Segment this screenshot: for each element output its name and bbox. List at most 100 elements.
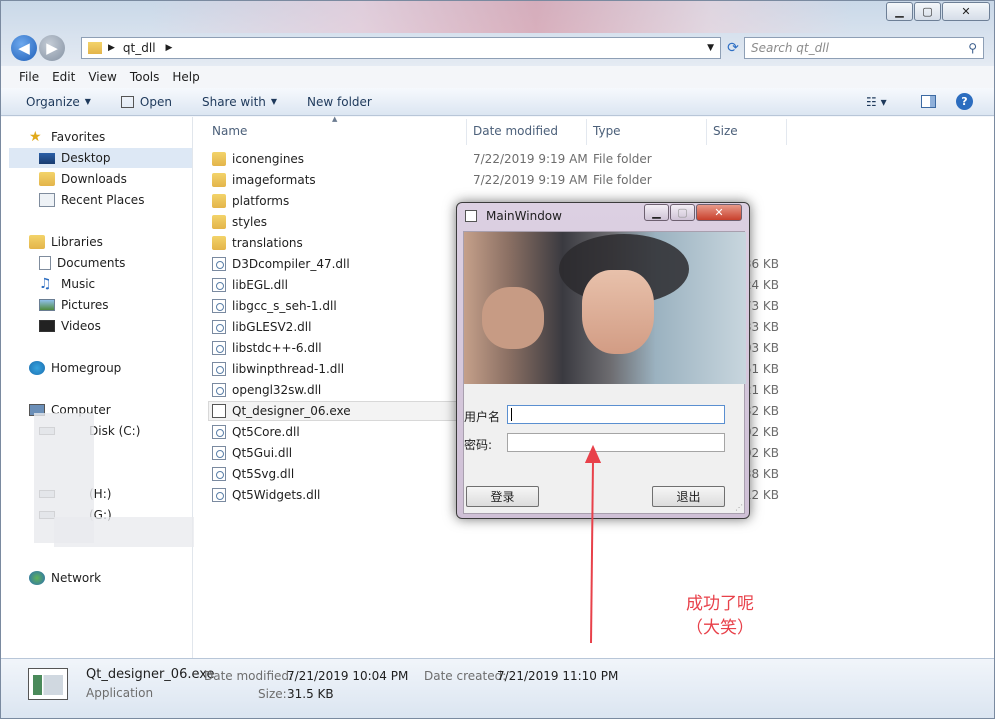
folder-icon — [212, 152, 226, 166]
table-row[interactable]: translations — [212, 233, 452, 253]
table-row[interactable]: iconengines — [212, 149, 452, 169]
file-type: File folder — [593, 173, 652, 187]
table-row[interactable]: libEGL.dll — [212, 275, 452, 295]
menu-bar: File Edit View Tools Help — [1, 66, 994, 88]
minimize-button[interactable]: ▁ — [886, 2, 913, 21]
menu-file[interactable]: File — [19, 70, 39, 84]
navigation-bar: ◀ ▶ ▶ qt_dll ▶ ▼ ⟳ Search qt_dll ⚲ — [11, 35, 986, 61]
nav-music[interactable]: ♫ Music — [39, 274, 95, 294]
annotation-arrow — [585, 445, 601, 644]
nav-videos[interactable]: Videos — [39, 316, 101, 336]
mw-close-button[interactable]: ✕ — [696, 204, 742, 221]
file-name: libwinpthread-1.dll — [232, 362, 345, 376]
nav-libraries[interactable]: Libraries — [29, 232, 103, 252]
open-button[interactable]: Open — [120, 94, 172, 109]
close-button[interactable]: ✕ — [942, 2, 990, 21]
menu-edit[interactable]: Edit — [52, 70, 75, 84]
breadcrumb-segment[interactable]: qt_dll — [123, 41, 156, 55]
table-row[interactable]: styles — [212, 212, 452, 232]
title-background-art — [151, 1, 851, 33]
column-name[interactable]: Name — [212, 121, 247, 141]
dll-file-icon — [212, 278, 226, 292]
table-row[interactable]: imageformats — [212, 170, 452, 190]
organize-button[interactable]: Organize ▼ — [26, 95, 91, 109]
new-folder-button[interactable]: New folder — [307, 95, 372, 109]
mw-maximize-button[interactable]: ▢ — [670, 204, 695, 221]
menu-view[interactable]: View — [88, 70, 116, 84]
search-icon[interactable]: ⚲ — [968, 41, 977, 55]
nav-desktop[interactable]: Desktop — [9, 148, 192, 168]
dll-file-icon — [212, 341, 226, 355]
dll-file-icon — [212, 362, 226, 376]
nav-documents[interactable]: Documents — [39, 253, 125, 273]
text-cursor — [511, 408, 512, 421]
table-row[interactable]: D3Dcompiler_47.dll — [212, 254, 452, 274]
preview-pane-icon[interactable] — [921, 95, 936, 108]
image-hand-shape — [482, 287, 544, 349]
resize-grip-icon[interactable]: ⋰ — [735, 503, 743, 512]
table-row[interactable]: opengl32sw.dll — [212, 380, 452, 400]
file-name: Qt5Gui.dll — [232, 446, 293, 460]
back-button[interactable]: ◀ — [11, 35, 37, 61]
password-input[interactable] — [507, 433, 725, 452]
table-row[interactable]: libwinpthread-1.dll — [212, 359, 452, 379]
column-separator[interactable] — [706, 119, 707, 145]
table-row[interactable]: Qt5Core.dll — [212, 422, 452, 442]
file-name: Qt5Widgets.dll — [232, 488, 321, 502]
refresh-icon[interactable]: ⟳ — [723, 37, 743, 59]
folder-icon — [88, 42, 102, 54]
table-row[interactable]: libstdc++-6.dll — [212, 338, 452, 358]
table-row[interactable]: libGLESV2.dll — [212, 317, 452, 337]
column-label: Date modified — [473, 124, 559, 138]
file-name: opengl32sw.dll — [232, 383, 322, 397]
folder-icon — [212, 194, 226, 208]
command-bar: Organize ▼ Open Share with ▼ New folder ☷ … — [1, 88, 994, 116]
character-image — [464, 232, 746, 384]
qt-mainwindow: MainWindow ▁ ▢ ✕ 用户名 密码: 登录 退出 ⋰ — [456, 202, 750, 519]
menu-help[interactable]: Help — [172, 70, 199, 84]
nav-recent-places[interactable]: Recent Places — [39, 190, 144, 210]
sort-up-icon: ▲ — [332, 115, 338, 123]
pictures-icon — [39, 299, 55, 311]
menu-tools[interactable]: Tools — [130, 70, 160, 84]
table-row[interactable]: platforms — [212, 191, 452, 211]
exit-button[interactable]: 退出 — [652, 486, 725, 507]
search-input[interactable]: Search qt_dll ⚲ — [744, 37, 984, 59]
table-row[interactable]: Qt_designer_06.exe — [208, 401, 466, 421]
username-input[interactable] — [507, 405, 725, 424]
view-options-icon[interactable]: ☷ ▾ — [866, 95, 887, 109]
qt-app-icon — [465, 210, 477, 222]
username-label: 用户名 — [464, 410, 501, 424]
mw-minimize-button[interactable]: ▁ — [644, 204, 669, 221]
maximize-button[interactable]: ▢ — [914, 2, 941, 21]
nav-homegroup[interactable]: Homegroup — [29, 358, 121, 378]
table-row[interactable]: Qt5Widgets.dll — [212, 485, 452, 505]
column-separator[interactable] — [466, 119, 467, 145]
dll-file-icon — [212, 257, 226, 271]
navigation-pane: ★ Favorites Desktop Downloads Recent Plac… — [9, 117, 194, 658]
file-date: 7/22/2019 9:19 AM — [473, 173, 588, 187]
folder-icon — [212, 236, 226, 250]
column-separator[interactable] — [786, 119, 787, 145]
address-bar[interactable]: ▶ qt_dll ▶ ▼ — [81, 37, 721, 59]
open-label: Open — [139, 94, 172, 109]
column-size[interactable]: Size — [713, 121, 738, 141]
chevron-down-icon: ▼ — [84, 97, 91, 106]
nav-downloads[interactable]: Downloads — [39, 169, 127, 189]
new-folder-label: New folder — [307, 94, 372, 109]
table-row[interactable]: libgcc_s_seh-1.dll — [212, 296, 452, 316]
column-date-modified[interactable]: Date modified — [473, 121, 558, 141]
column-type[interactable]: Type — [593, 121, 621, 141]
table-row[interactable]: Qt5Svg.dll — [212, 464, 452, 484]
share-with-button[interactable]: Share with ▼ — [202, 95, 277, 109]
help-icon[interactable]: ? — [956, 93, 973, 110]
login-button[interactable]: 登录 — [466, 486, 539, 507]
address-dropdown-icon[interactable]: ▼ — [707, 43, 714, 53]
nav-favorites[interactable]: ★ Favorites — [29, 127, 105, 147]
table-row[interactable]: Qt5Gui.dll — [212, 443, 452, 463]
nav-pictures[interactable]: Pictures — [39, 295, 109, 315]
redacted-region — [54, 517, 194, 547]
forward-button[interactable]: ▶ — [39, 35, 65, 61]
nav-network[interactable]: Network — [29, 568, 101, 588]
column-separator[interactable] — [586, 119, 587, 145]
